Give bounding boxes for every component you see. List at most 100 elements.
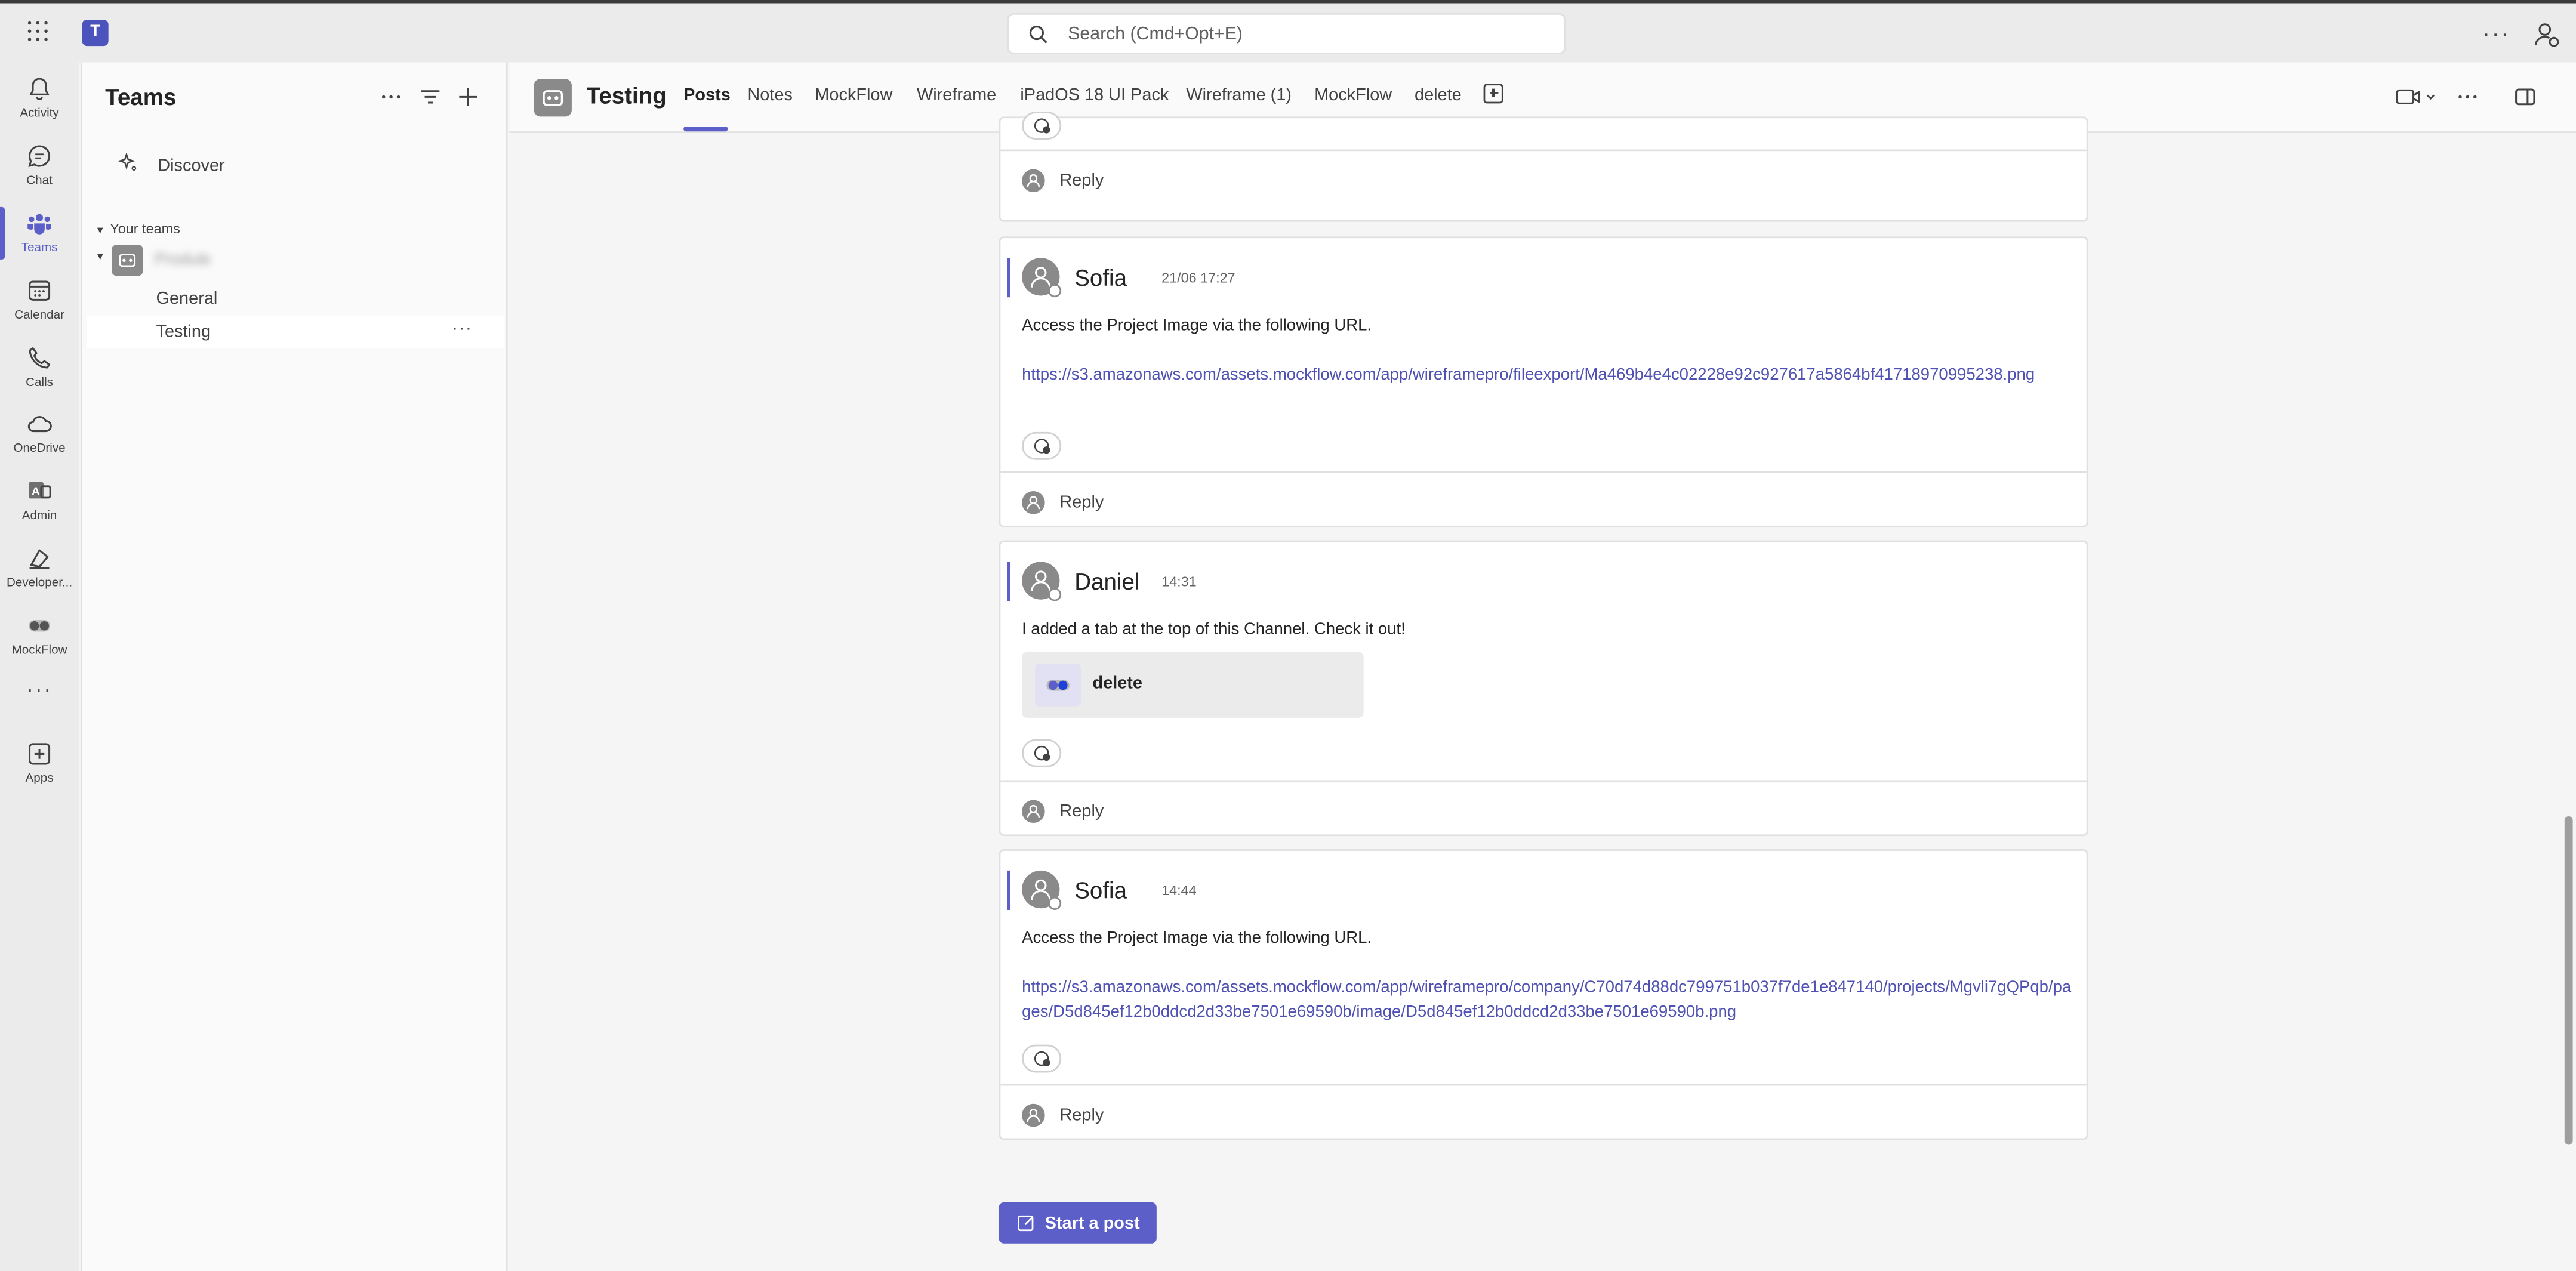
posts-feed[interactable]: Reply Sofia 21/06 17:27 Access the Proje… (509, 112, 2576, 1271)
reply-row[interactable]: Reply (1000, 1084, 2087, 1140)
tab-card[interactable]: delete (1022, 652, 1364, 718)
team-name: Produle (154, 251, 211, 270)
post-timestamp: 21/06 17:27 (1161, 269, 1235, 286)
presence-status-icon (1048, 284, 1062, 298)
post-link[interactable]: https://s3.amazonaws.com/assets.mockflow… (1022, 365, 2073, 388)
toggle-icon (29, 620, 50, 632)
side-panel-icon[interactable] (2513, 85, 2537, 116)
post-accent-bar (1007, 562, 1010, 601)
post-author: Sofia (1074, 264, 1127, 291)
app-rail: Activity Chat Teams Calendar Calls OneDr… (0, 62, 79, 1271)
reply-button[interactable]: Reply (1059, 801, 1104, 821)
rail-item-chat[interactable]: Chat (0, 136, 79, 202)
cloud-icon (27, 416, 52, 433)
post-author: Sofia (1074, 877, 1127, 903)
search-input[interactable] (1068, 20, 1545, 50)
reply-button[interactable]: Reply (1059, 493, 1104, 513)
add-reaction-icon (1034, 1051, 1050, 1066)
reaction-button[interactable] (1022, 112, 1062, 140)
user-avatar-icon (1022, 562, 1062, 601)
bell-icon (29, 78, 50, 101)
rail-item-calendar[interactable]: Calendar (0, 271, 79, 337)
post-author: Daniel (1074, 568, 1140, 595)
reaction-button[interactable] (1022, 739, 1062, 767)
compose-icon (1018, 1215, 1034, 1232)
developer-icon (29, 549, 50, 569)
post-link[interactable]: https://s3.amazonaws.com/assets.mockflow… (1022, 977, 2073, 1025)
teams-panel: Teams Discover ▼ Your teams ▼ Produle Gen… (80, 62, 508, 1271)
teams-icon (27, 214, 51, 235)
user-avatar-icon (1022, 1103, 1045, 1127)
start-post-button[interactable]: Start a post (999, 1202, 1157, 1244)
tab-ipados-ui-pack[interactable]: iPadOS 18 UI Pack (1020, 85, 1169, 105)
video-call-icon[interactable] (2395, 85, 2435, 116)
user-avatar-icon (1022, 800, 1045, 823)
post-card: Sofia 21/06 17:27 Access the Project Ima… (999, 236, 2088, 527)
reply-row[interactable]: Reply (1000, 780, 2087, 836)
reaction-button[interactable] (1022, 431, 1062, 460)
team-avatar (112, 245, 143, 276)
app-launcher-icon[interactable] (27, 21, 51, 45)
rail-item-mockflow[interactable]: MockFlow (0, 606, 79, 672)
post-body: Access the Project Image via the followi… (1022, 317, 1372, 335)
presence-status-icon (1048, 588, 1062, 601)
tab-mockflow[interactable]: MockFlow (815, 85, 892, 105)
plus-icon[interactable] (455, 84, 481, 110)
caret-down-icon: ▼ (95, 252, 106, 263)
panel-title: Teams (105, 84, 177, 110)
channel-testing[interactable]: Testing ··· (87, 315, 505, 348)
admin-icon: A (29, 482, 51, 499)
post-card: Daniel 14:31 I added a tab at the top of… (999, 540, 2088, 837)
tab-delete[interactable]: delete (1415, 85, 1462, 105)
user-avatar-icon (1022, 258, 1062, 298)
svg-text:A: A (32, 486, 40, 498)
post-body: I added a tab at the top of this Channel… (1022, 621, 1406, 639)
team-avatar (534, 79, 572, 117)
rail-item-teams[interactable]: Teams (0, 203, 79, 269)
tab-wireframe-1[interactable]: Wireframe (1) (1186, 85, 1292, 105)
tab-posts[interactable]: Posts (683, 85, 731, 105)
reaction-button[interactable] (1022, 1044, 1062, 1073)
channel-general[interactable]: General (87, 282, 504, 315)
search-box[interactable] (1007, 13, 1566, 54)
feed-scrollbar[interactable] (2564, 816, 2573, 1145)
channel-more-icon[interactable]: ··· (452, 319, 472, 338)
post-timestamp: 14:31 (1161, 573, 1197, 590)
rail-item-calls[interactable]: Calls (0, 338, 79, 404)
add-reaction-icon (1034, 745, 1050, 761)
presence-status-icon (1048, 896, 1062, 910)
tab-mockflow-2[interactable]: MockFlow (1314, 85, 1392, 105)
post-accent-bar (1007, 870, 1010, 910)
channel-title: Testing (586, 82, 667, 109)
profile-avatar-icon[interactable] (2534, 21, 2560, 56)
teams-app: T ··· Activity Chat Teams Calendar (0, 0, 2576, 1271)
chat-icon (28, 145, 51, 168)
more-options-icon[interactable] (2456, 85, 2479, 116)
reply-button[interactable]: Reply (1059, 171, 1104, 190)
rail-item-activity[interactable]: Activity (0, 69, 79, 135)
rail-more-apps[interactable]: ··· (0, 677, 79, 709)
more-options-icon[interactable]: ··· (2482, 20, 2510, 46)
add-tab-icon[interactable] (1483, 84, 1503, 104)
rail-item-apps[interactable]: Apps (0, 734, 79, 800)
reply-row[interactable]: Reply (1000, 471, 2087, 527)
user-avatar-icon (1022, 491, 1045, 514)
tab-notes[interactable]: Notes (747, 85, 793, 105)
add-reaction-icon (1034, 439, 1050, 454)
rail-item-developer[interactable]: Developer... (0, 539, 79, 604)
rail-item-admin[interactable]: A Admin (0, 471, 79, 537)
top-bar: T ··· (0, 0, 2576, 63)
reply-button[interactable]: Reply (1059, 1105, 1104, 1125)
post-timestamp: 14:44 (1161, 882, 1197, 899)
toggle-icon (1035, 664, 1081, 707)
more-options-icon[interactable] (378, 84, 404, 110)
sparkle-icon (118, 152, 137, 171)
filter-icon[interactable] (417, 84, 443, 110)
team-item[interactable]: ▼ Produle (95, 245, 490, 276)
your-teams-header[interactable]: ▼ Your teams (95, 220, 180, 237)
tab-wireframe[interactable]: Wireframe (917, 85, 996, 105)
reply-row[interactable]: Reply (1000, 149, 2087, 205)
add-reaction-icon (1034, 118, 1050, 134)
post-accent-bar (1007, 258, 1010, 298)
rail-item-onedrive[interactable]: OneDrive (0, 404, 79, 470)
